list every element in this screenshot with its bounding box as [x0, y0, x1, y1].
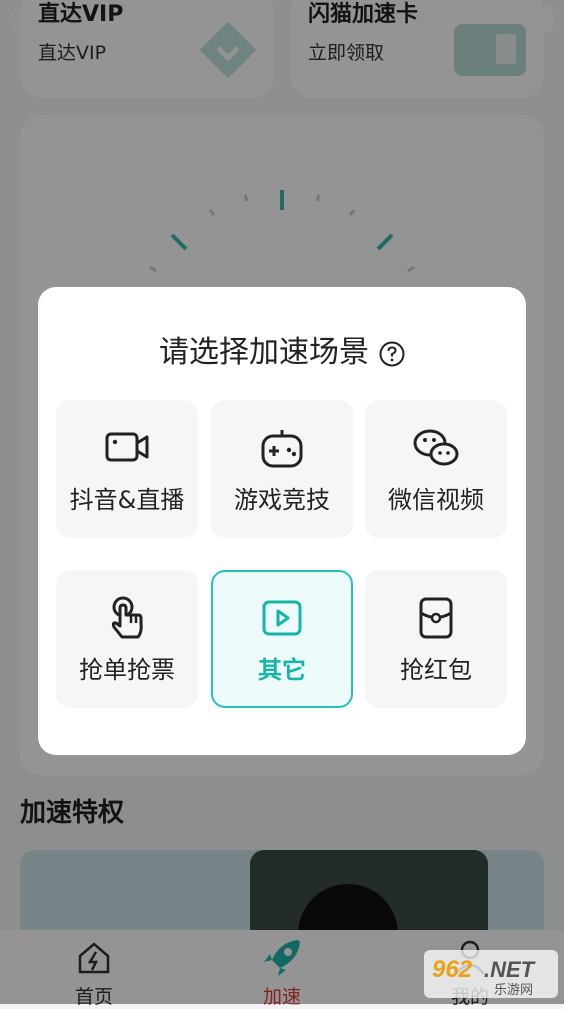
tile-label: 抖音&直播 [69, 486, 185, 514]
question-circle-icon[interactable] [379, 341, 405, 367]
svg-text:962: 962 [432, 956, 473, 983]
tile-label: 游戏竞技 [234, 486, 330, 514]
svg-text:.NET: .NET [484, 957, 536, 982]
tile-label: 其它 [258, 656, 306, 684]
scene-tile-gaming[interactable]: 游戏竞技 [211, 400, 353, 538]
site-watermark: 962 .NET 乐游网 [424, 950, 558, 998]
tile-label: 微信视频 [388, 486, 484, 514]
svg-text:乐游网: 乐游网 [494, 983, 533, 998]
tile-label: 抢单抢票 [79, 656, 175, 684]
play-square-icon [262, 600, 302, 636]
wechat-icon [413, 429, 459, 466]
gamepad-icon [261, 430, 303, 468]
video-camera-icon [105, 432, 149, 462]
tile-label: 抢红包 [400, 656, 472, 684]
red-packet-icon [419, 597, 453, 639]
dialog-title: 请选择加速场景 [159, 335, 369, 370]
tap-hand-icon [111, 596, 143, 639]
scene-tile-tickets[interactable]: 抢单抢票 [56, 570, 198, 708]
watermark-logo-icon: 962 .NET 乐游网 [424, 950, 558, 998]
dialog-title-row: 请选择加速场景 [38, 327, 526, 371]
scene-tile-other[interactable]: 其它 [211, 570, 353, 708]
scene-tile-red-packet[interactable]: 抢红包 [365, 570, 507, 708]
scene-tile-douyin[interactable]: 抖音&直播 [56, 400, 198, 538]
scene-tile-wechat[interactable]: 微信视频 [365, 400, 507, 538]
scene-select-dialog: 请选择加速场景 抖音&直播 游戏竞技 微信视频 抢单抢票 其它 抢红包 [38, 287, 526, 755]
